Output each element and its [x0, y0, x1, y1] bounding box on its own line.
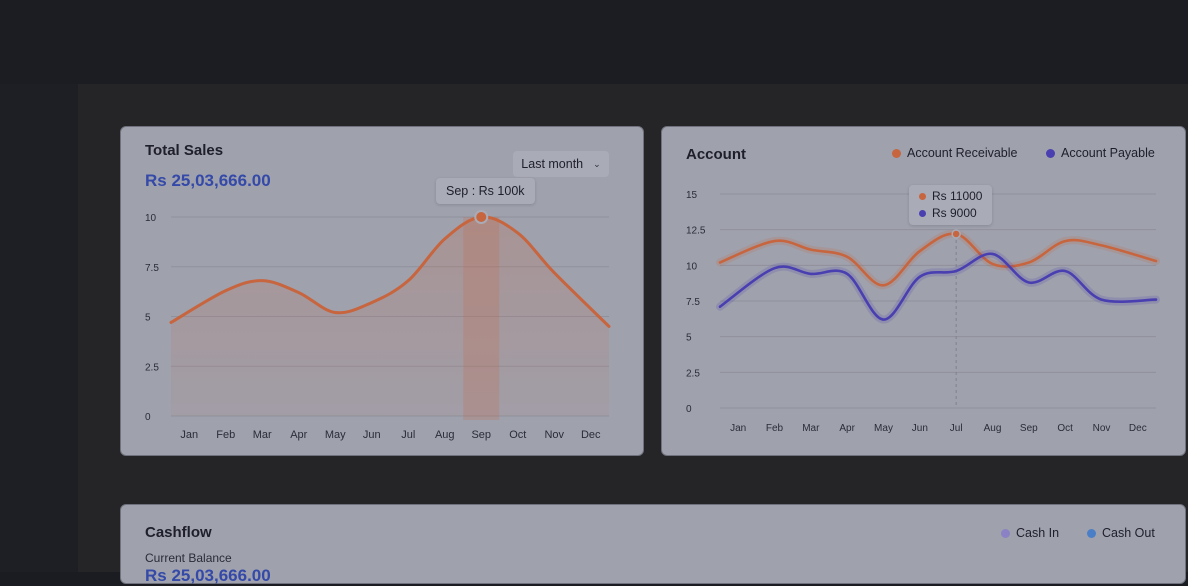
- sales-x-tick: Nov: [544, 429, 564, 441]
- account-x-tick: Feb: [766, 423, 784, 434]
- sales-x-tick: Dec: [581, 429, 601, 441]
- cashflow-title: Cashflow: [145, 524, 212, 541]
- legend-cash-in: Cash In: [1001, 526, 1059, 540]
- account-y-tick: 10: [686, 261, 698, 272]
- account-y-tick: 7.5: [686, 297, 700, 308]
- account-x-tick: Nov: [1093, 423, 1111, 434]
- account-x-tick: Dec: [1129, 423, 1147, 434]
- sales-x-tick: Jan: [180, 429, 198, 441]
- sales-y-tick: 7.5: [145, 263, 159, 274]
- account-y-tick: 15: [686, 190, 698, 201]
- sales-x-tick: Oct: [509, 429, 526, 441]
- account-card: Account Account Receivable Account Payab…: [661, 126, 1186, 456]
- total-sales-card: Total Sales Rs 25,03,666.00 Last month ⌄…: [120, 126, 644, 456]
- account-y-tick: 5: [686, 333, 692, 344]
- account-x-tick: Mar: [802, 423, 820, 434]
- account-highlight-point: [951, 229, 961, 239]
- sales-tooltip-text: Sep : Rs 100k: [446, 184, 525, 198]
- legend-cash-out-label: Cash Out: [1102, 526, 1155, 540]
- account-x-tick: Jul: [950, 423, 963, 434]
- tooltip-payable-row: Rs 9000: [919, 205, 982, 222]
- cash-in-legend-dot: [1001, 528, 1010, 538]
- sales-x-tick: Sep: [471, 429, 491, 441]
- account-x-tick: Sep: [1020, 423, 1038, 434]
- account-chart: 0 2.5 5 7.5 10 12.5 15 Jan Feb Mar Apr May Jun Jul Aug…: [686, 190, 1160, 434]
- account-x-tick: May: [874, 423, 893, 434]
- sales-x-tick: Mar: [253, 429, 272, 441]
- sales-highlight-point: [474, 210, 489, 224]
- sales-x-tick: Apr: [290, 429, 307, 441]
- legend-cash-in-label: Cash In: [1016, 526, 1060, 540]
- sales-y-tick: 10: [145, 213, 157, 224]
- current-balance-label: Current Balance: [145, 551, 232, 565]
- sales-x-tick: May: [325, 429, 346, 441]
- sales-tooltip: Sep : Rs 100k: [436, 178, 535, 204]
- account-x-tick: Jan: [730, 423, 746, 434]
- tooltip-receivable-dot: [919, 193, 926, 200]
- sales-x-tick: Jun: [363, 429, 381, 441]
- account-y-tick: 2.5: [686, 368, 700, 379]
- sidebar: [0, 84, 78, 572]
- sales-x-tick: Feb: [216, 429, 235, 441]
- sales-x-tick: Jul: [401, 429, 415, 441]
- account-x-tick: Jun: [912, 423, 928, 434]
- sales-y-tick: 5: [145, 313, 151, 324]
- cash-out-legend-dot: [1087, 528, 1096, 538]
- tooltip-receivable-row: Rs 11000: [919, 188, 982, 205]
- account-tooltip: Rs 11000 Rs 9000: [909, 185, 993, 225]
- sales-area: [171, 216, 609, 416]
- tooltip-payable-dot: [919, 210, 926, 217]
- account-y-tick: 0: [686, 404, 692, 415]
- account-x-tick: Apr: [839, 423, 855, 434]
- account-x-tick: Aug: [984, 423, 1002, 434]
- cashflow-value: Rs 25,03,666.00: [145, 566, 271, 585]
- sales-y-tick: 2.5: [145, 362, 159, 373]
- cashflow-card: Cashflow Current Balance Rs 25,03,666.00…: [120, 504, 1186, 585]
- sales-y-tick: 0: [145, 412, 151, 423]
- total-sales-chart: 0 2.5 5 7.5 10 Jan Feb Mar Apr May Jun Jul Aug Sep Oct…: [145, 210, 611, 441]
- sales-x-tick: Aug: [435, 429, 455, 441]
- tooltip-payable-value: Rs 9000: [932, 206, 977, 220]
- account-y-tick: 12.5: [686, 226, 706, 237]
- account-x-tick: Oct: [1057, 423, 1073, 434]
- legend-cash-out: Cash Out: [1087, 526, 1155, 540]
- top-bar: [0, 0, 1188, 84]
- tooltip-receivable-value: Rs 11000: [932, 189, 983, 203]
- account-series-glow: [716, 249, 1160, 324]
